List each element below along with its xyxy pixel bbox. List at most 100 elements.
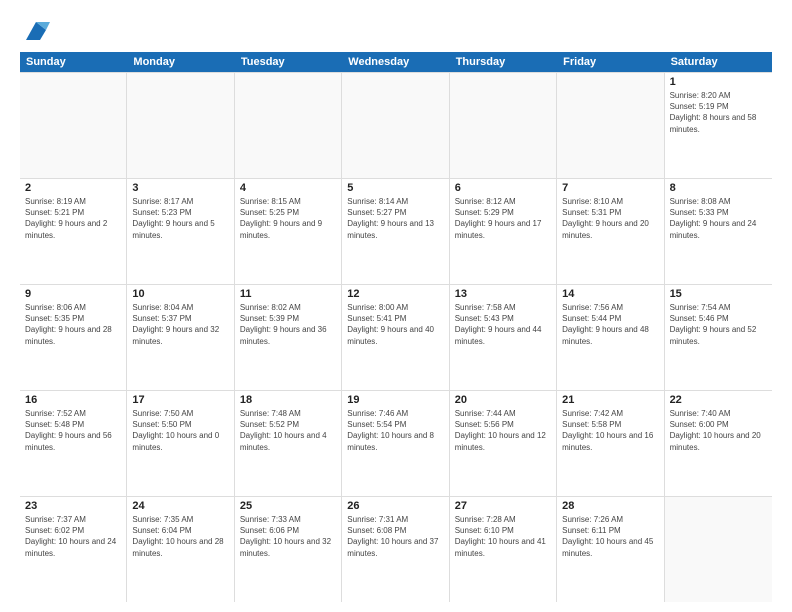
day-number: 20 <box>455 394 551 406</box>
day-number: 13 <box>455 288 551 300</box>
day-cell-28: 28 Sunrise: 7:26 AM Sunset: 6:11 PM Dayli… <box>557 497 664 602</box>
empty-cell <box>342 73 449 178</box>
day-number: 5 <box>347 182 443 194</box>
header-day-tuesday: Tuesday <box>235 52 342 72</box>
day-info: Sunrise: 7:31 AM Sunset: 6:08 PM Dayligh… <box>347 514 443 559</box>
day-cell-18: 18 Sunrise: 7:48 AM Sunset: 5:52 PM Dayli… <box>235 391 342 496</box>
logo <box>20 16 50 44</box>
day-cell-7: 7 Sunrise: 8:10 AM Sunset: 5:31 PM Daylig… <box>557 179 664 284</box>
day-info: Sunrise: 8:15 AM Sunset: 5:25 PM Dayligh… <box>240 196 336 241</box>
day-info: Sunrise: 7:37 AM Sunset: 6:02 PM Dayligh… <box>25 514 121 559</box>
day-info: Sunrise: 7:58 AM Sunset: 5:43 PM Dayligh… <box>455 302 551 347</box>
day-number: 4 <box>240 182 336 194</box>
day-cell-25: 25 Sunrise: 7:33 AM Sunset: 6:06 PM Dayli… <box>235 497 342 602</box>
day-number: 27 <box>455 500 551 512</box>
empty-cell <box>235 73 342 178</box>
day-cell-27: 27 Sunrise: 7:28 AM Sunset: 6:10 PM Dayli… <box>450 497 557 602</box>
day-info: Sunrise: 7:28 AM Sunset: 6:10 PM Dayligh… <box>455 514 551 559</box>
header-day-monday: Monday <box>127 52 234 72</box>
day-cell-12: 12 Sunrise: 8:00 AM Sunset: 5:41 PM Dayli… <box>342 285 449 390</box>
calendar: SundayMondayTuesdayWednesdayThursdayFrid… <box>20 52 772 602</box>
day-info: Sunrise: 7:42 AM Sunset: 5:58 PM Dayligh… <box>562 408 658 453</box>
day-info: Sunrise: 8:04 AM Sunset: 5:37 PM Dayligh… <box>132 302 228 347</box>
day-cell-13: 13 Sunrise: 7:58 AM Sunset: 5:43 PM Dayli… <box>450 285 557 390</box>
day-info: Sunrise: 7:26 AM Sunset: 6:11 PM Dayligh… <box>562 514 658 559</box>
day-info: Sunrise: 8:14 AM Sunset: 5:27 PM Dayligh… <box>347 196 443 241</box>
day-number: 2 <box>25 182 121 194</box>
calendar-body: 1 Sunrise: 8:20 AM Sunset: 5:19 PM Daylig… <box>20 72 772 602</box>
day-number: 21 <box>562 394 658 406</box>
day-cell-19: 19 Sunrise: 7:46 AM Sunset: 5:54 PM Dayli… <box>342 391 449 496</box>
header-day-wednesday: Wednesday <box>342 52 449 72</box>
day-info: Sunrise: 8:10 AM Sunset: 5:31 PM Dayligh… <box>562 196 658 241</box>
day-number: 18 <box>240 394 336 406</box>
day-cell-24: 24 Sunrise: 7:35 AM Sunset: 6:04 PM Dayli… <box>127 497 234 602</box>
day-cell-16: 16 Sunrise: 7:52 AM Sunset: 5:48 PM Dayli… <box>20 391 127 496</box>
empty-cell <box>450 73 557 178</box>
day-cell-8: 8 Sunrise: 8:08 AM Sunset: 5:33 PM Daylig… <box>665 179 772 284</box>
day-cell-9: 9 Sunrise: 8:06 AM Sunset: 5:35 PM Daylig… <box>20 285 127 390</box>
day-info: Sunrise: 7:35 AM Sunset: 6:04 PM Dayligh… <box>132 514 228 559</box>
day-cell-15: 15 Sunrise: 7:54 AM Sunset: 5:46 PM Dayli… <box>665 285 772 390</box>
header-day-sunday: Sunday <box>20 52 127 72</box>
day-number: 26 <box>347 500 443 512</box>
day-info: Sunrise: 7:50 AM Sunset: 5:50 PM Dayligh… <box>132 408 228 453</box>
calendar-row-1: 1 Sunrise: 8:20 AM Sunset: 5:19 PM Daylig… <box>20 72 772 179</box>
day-number: 7 <box>562 182 658 194</box>
day-number: 25 <box>240 500 336 512</box>
day-number: 15 <box>670 288 767 300</box>
day-cell-1: 1 Sunrise: 8:20 AM Sunset: 5:19 PM Daylig… <box>665 73 772 178</box>
day-number: 3 <box>132 182 228 194</box>
day-info: Sunrise: 7:56 AM Sunset: 5:44 PM Dayligh… <box>562 302 658 347</box>
day-info: Sunrise: 8:06 AM Sunset: 5:35 PM Dayligh… <box>25 302 121 347</box>
day-cell-20: 20 Sunrise: 7:44 AM Sunset: 5:56 PM Dayli… <box>450 391 557 496</box>
day-info: Sunrise: 8:08 AM Sunset: 5:33 PM Dayligh… <box>670 196 767 241</box>
day-info: Sunrise: 8:17 AM Sunset: 5:23 PM Dayligh… <box>132 196 228 241</box>
day-number: 24 <box>132 500 228 512</box>
calendar-header: SundayMondayTuesdayWednesdayThursdayFrid… <box>20 52 772 72</box>
day-cell-4: 4 Sunrise: 8:15 AM Sunset: 5:25 PM Daylig… <box>235 179 342 284</box>
day-info: Sunrise: 7:33 AM Sunset: 6:06 PM Dayligh… <box>240 514 336 559</box>
logo-icon <box>22 16 50 44</box>
day-cell-2: 2 Sunrise: 8:19 AM Sunset: 5:21 PM Daylig… <box>20 179 127 284</box>
day-number: 11 <box>240 288 336 300</box>
day-info: Sunrise: 8:19 AM Sunset: 5:21 PM Dayligh… <box>25 196 121 241</box>
header-day-thursday: Thursday <box>450 52 557 72</box>
day-number: 19 <box>347 394 443 406</box>
day-number: 1 <box>670 76 767 88</box>
day-info: Sunrise: 8:00 AM Sunset: 5:41 PM Dayligh… <box>347 302 443 347</box>
day-number: 8 <box>670 182 767 194</box>
day-cell-21: 21 Sunrise: 7:42 AM Sunset: 5:58 PM Dayli… <box>557 391 664 496</box>
day-cell-10: 10 Sunrise: 8:04 AM Sunset: 5:37 PM Dayli… <box>127 285 234 390</box>
day-cell-6: 6 Sunrise: 8:12 AM Sunset: 5:29 PM Daylig… <box>450 179 557 284</box>
day-info: Sunrise: 7:44 AM Sunset: 5:56 PM Dayligh… <box>455 408 551 453</box>
page-header <box>20 16 772 44</box>
header-day-friday: Friday <box>557 52 664 72</box>
day-cell-22: 22Sunrise: 7:40 AM Sunset: 6:00 PM Dayli… <box>665 391 772 496</box>
day-info: Sunrise: 8:12 AM Sunset: 5:29 PM Dayligh… <box>455 196 551 241</box>
day-number: 23 <box>25 500 121 512</box>
day-number: 16 <box>25 394 121 406</box>
day-info: Sunrise: 8:02 AM Sunset: 5:39 PM Dayligh… <box>240 302 336 347</box>
day-number: 22 <box>670 394 767 406</box>
day-cell-26: 26 Sunrise: 7:31 AM Sunset: 6:08 PM Dayli… <box>342 497 449 602</box>
empty-cell <box>665 497 772 602</box>
day-info: Sunrise: 7:46 AM Sunset: 5:54 PM Dayligh… <box>347 408 443 453</box>
calendar-row-5: 23 Sunrise: 7:37 AM Sunset: 6:02 PM Dayli… <box>20 497 772 602</box>
day-info: Sunrise: 7:54 AM Sunset: 5:46 PM Dayligh… <box>670 302 767 347</box>
day-cell-5: 5 Sunrise: 8:14 AM Sunset: 5:27 PM Daylig… <box>342 179 449 284</box>
day-number: 14 <box>562 288 658 300</box>
day-number: 6 <box>455 182 551 194</box>
day-info: Sunrise: 7:52 AM Sunset: 5:48 PM Dayligh… <box>25 408 121 453</box>
day-cell-17: 17Sunrise: 7:50 AM Sunset: 5:50 PM Dayli… <box>127 391 234 496</box>
day-number: 9 <box>25 288 121 300</box>
day-info: Sunrise: 7:48 AM Sunset: 5:52 PM Dayligh… <box>240 408 336 453</box>
calendar-row-4: 16 Sunrise: 7:52 AM Sunset: 5:48 PM Dayli… <box>20 391 772 497</box>
day-cell-3: 3 Sunrise: 8:17 AM Sunset: 5:23 PM Daylig… <box>127 179 234 284</box>
calendar-row-3: 9 Sunrise: 8:06 AM Sunset: 5:35 PM Daylig… <box>20 285 772 391</box>
day-number: 12 <box>347 288 443 300</box>
day-info: Sunrise: 8:20 AM Sunset: 5:19 PM Dayligh… <box>670 90 767 135</box>
day-number: 10 <box>132 288 228 300</box>
day-number: 28 <box>562 500 658 512</box>
header-day-saturday: Saturday <box>665 52 772 72</box>
